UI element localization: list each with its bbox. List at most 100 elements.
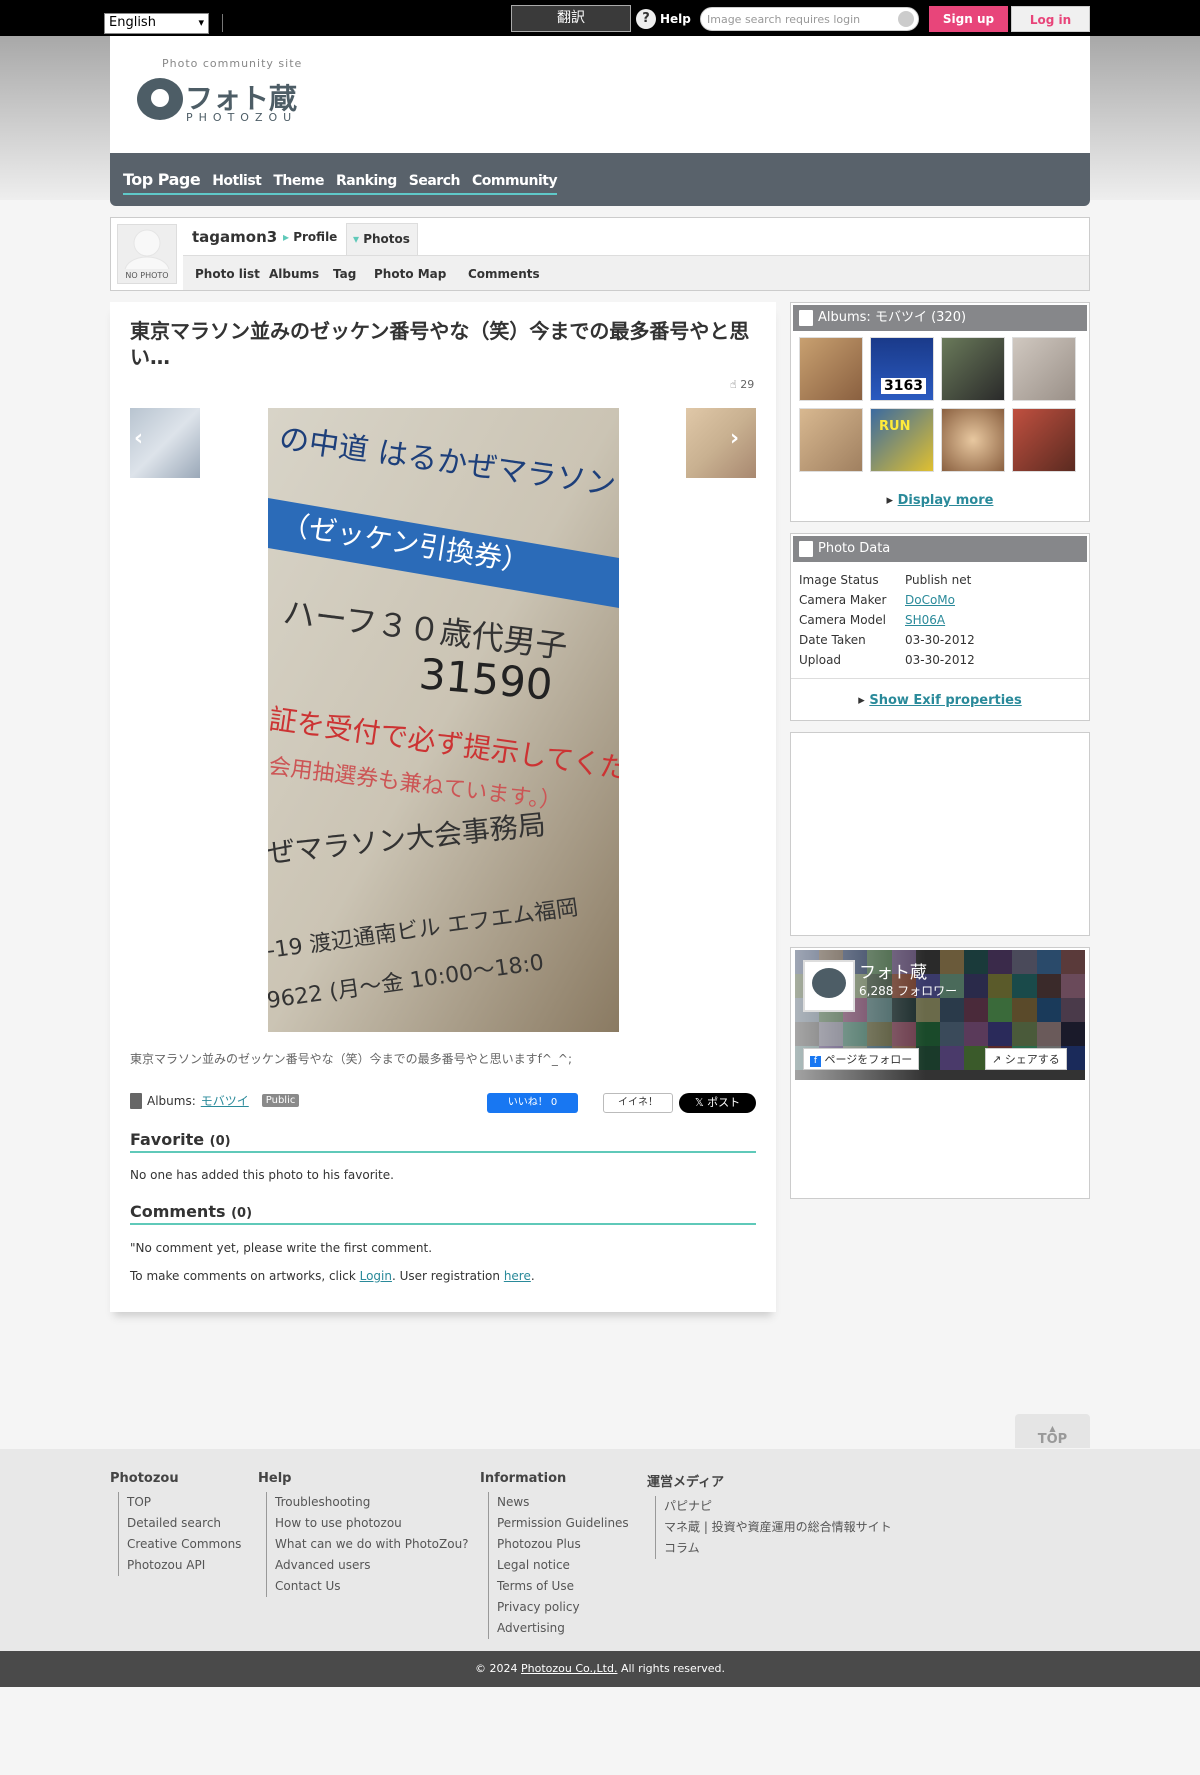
comments-count: (0)	[231, 1206, 253, 1221]
photo-data-header: Photo Data	[793, 536, 1087, 562]
footer-link[interactable]: Contact Us	[266, 1576, 469, 1597]
footer-heading: 運営メディア	[647, 1475, 725, 1490]
user-silhouette-icon	[124, 229, 170, 286]
company-link[interactable]: Photozou Co.,Ltd.	[521, 1662, 617, 1675]
footer-link[interactable]: マネ蔵 | 投資や資産運用の総合情報サイト	[655, 1517, 892, 1538]
footer-link[interactable]: Photozou API	[118, 1555, 241, 1576]
register-link[interactable]: here	[504, 1269, 531, 1283]
x-post-label: ポスト	[707, 1096, 741, 1109]
subnav-photo-map[interactable]: Photo Map	[374, 267, 446, 281]
fb-share-button[interactable]: ↗ シェアする	[985, 1048, 1067, 1070]
data-value: 03-30-2012	[905, 633, 975, 647]
language-value: English	[109, 15, 156, 30]
search-placeholder: Image search requires login	[707, 13, 861, 26]
footer-link[interactable]: Legal notice	[488, 1555, 629, 1576]
login-link[interactable]: Login	[360, 1269, 392, 1283]
footer-link[interactable]: What can we do with PhotoZou?	[266, 1534, 469, 1555]
show-exif-link[interactable]: ▸ Show Exif properties	[791, 678, 1089, 708]
comments-title: Comments	[130, 1202, 226, 1221]
bib-number-text: 3163	[881, 378, 926, 394]
nav-theme[interactable]: Theme	[273, 173, 324, 189]
nav-search[interactable]: Search	[409, 173, 461, 189]
album-thumb[interactable]: RUN	[870, 408, 934, 472]
iine-button[interactable]: イイネ！	[603, 1093, 673, 1113]
photo-data-table: Image Status Publish net Camera Maker Do…	[799, 570, 1081, 670]
album-thumb[interactable]	[941, 337, 1005, 401]
footer-link[interactable]: Detailed search	[118, 1513, 241, 1534]
camera-maker-link[interactable]: DoCoMo	[905, 590, 955, 610]
album-thumb[interactable]: 3163	[870, 337, 934, 401]
footer-link[interactable]: Advanced users	[266, 1555, 469, 1576]
nav-ranking[interactable]: Ranking	[336, 173, 397, 189]
main-photo[interactable]: の中道 はるかぜマラソン （ゼッケン引換券） ハーフ３０歳代男子 31590 証…	[268, 408, 619, 1032]
translate-button[interactable]: 翻訳	[511, 5, 631, 32]
fb-page-name[interactable]: フォト蔵	[859, 958, 927, 983]
footer-link[interactable]: Advertising	[488, 1618, 629, 1639]
albums-box: Albums: モバツイ (320) 3163 RUN ▸ Display mo…	[790, 302, 1090, 522]
username[interactable]: tagamon3	[192, 228, 277, 246]
search-icon[interactable]	[898, 11, 914, 27]
subnav-photo-list[interactable]: Photo list	[195, 267, 260, 281]
view-count-value: 29	[740, 378, 755, 391]
favorite-title: Favorite	[130, 1130, 205, 1149]
site-tagline: Photo community site	[162, 57, 303, 70]
login-button[interactable]: Log in	[1011, 6, 1090, 32]
data-value: 03-30-2012	[905, 653, 975, 667]
subnav-tag[interactable]: Tag	[333, 267, 356, 281]
chevron-right-icon: ›	[730, 426, 740, 451]
back-to-top-label: TOP	[1037, 1432, 1068, 1447]
data-key: Date Taken	[799, 633, 866, 647]
search-input[interactable]: Image search requires login	[700, 7, 919, 31]
facebook-page-plugin[interactable]: フォト蔵 6,288 フォロワー f ページをフォロー ↗ シェアする	[795, 950, 1085, 1080]
book-icon	[130, 1092, 142, 1109]
footer-link[interactable]: Privacy policy	[488, 1597, 629, 1618]
race-bib-photo: の中道 はるかぜマラソン （ゼッケン引換券） ハーフ３０歳代男子 31590 証…	[268, 408, 619, 1032]
footer-link[interactable]: News	[488, 1492, 629, 1513]
image-icon	[799, 541, 813, 557]
camera-model-link[interactable]: SH06A	[905, 610, 945, 630]
next-photo-thumb[interactable]: ›	[686, 408, 756, 478]
avatar[interactable]: NO PHOTO	[117, 224, 177, 286]
subnav-comments[interactable]: Comments	[468, 267, 540, 281]
album-thumb[interactable]	[799, 337, 863, 401]
x-logo-icon: 𝕏	[694, 1096, 708, 1109]
help-link[interactable]: ? Help	[636, 8, 691, 30]
subnav-albums[interactable]: Albums	[269, 267, 319, 281]
album-thumb[interactable]	[941, 408, 1005, 472]
triangle-down-icon: ▾	[353, 232, 360, 246]
album-thumb[interactable]	[1012, 337, 1076, 401]
footer-link[interactable]: Permission Guidelines	[488, 1513, 629, 1534]
footer-link[interactable]: How to use photozou	[266, 1513, 469, 1534]
show-exif-label: Show Exif properties	[869, 693, 1022, 708]
footer-link[interactable]: TOP	[118, 1492, 241, 1513]
language-select[interactable]: English ▾	[104, 13, 209, 34]
footer-link[interactable]: パピナピ	[655, 1496, 892, 1517]
tab-photos-label: Photos	[363, 232, 410, 246]
footer-link[interactable]: Photozou Plus	[488, 1534, 629, 1555]
comments-heading: Comments (0)	[130, 1202, 756, 1225]
tab-photos[interactable]: ▾ Photos	[346, 223, 418, 256]
footer-link[interactable]: Troubleshooting	[266, 1492, 469, 1513]
footer-column-information: Information News Permission Guidelines P…	[480, 1471, 629, 1639]
album-thumb[interactable]	[1012, 408, 1076, 472]
fb-follow-button[interactable]: f ページをフォロー	[803, 1048, 920, 1070]
nav-hotlist[interactable]: Hotlist	[212, 173, 262, 189]
x-post-button[interactable]: 𝕏 ポスト	[679, 1093, 756, 1113]
copyright-suffix: All rights reserved.	[617, 1662, 725, 1675]
back-to-top-button[interactable]: ▲ TOP	[1015, 1414, 1090, 1448]
nav-community[interactable]: Community	[472, 173, 558, 189]
footer-link[interactable]: Terms of Use	[488, 1576, 629, 1597]
facebook-like-button[interactable]: いいね！ 0	[487, 1093, 578, 1113]
album-info: Albums: モバツイ Public	[130, 1092, 300, 1109]
signup-button[interactable]: Sign up	[929, 6, 1008, 32]
display-more-link[interactable]: ▸ Display more	[791, 493, 1089, 508]
footer-link[interactable]: Creative Commons	[118, 1534, 241, 1555]
camera-logo-icon	[137, 78, 183, 120]
tab-profile[interactable]: ▸ Profile	[283, 230, 337, 244]
album-link[interactable]: モバツイ	[201, 1092, 249, 1109]
prev-photo-thumb[interactable]: ‹	[130, 408, 200, 478]
footer-column-media: 運営メディア パピナピ マネ蔵 | 投資や資産運用の総合情報サイト コラム	[647, 1471, 892, 1559]
nav-top-page[interactable]: Top Page	[123, 170, 201, 189]
footer-link[interactable]: コラム	[655, 1538, 892, 1559]
album-thumb[interactable]	[799, 408, 863, 472]
